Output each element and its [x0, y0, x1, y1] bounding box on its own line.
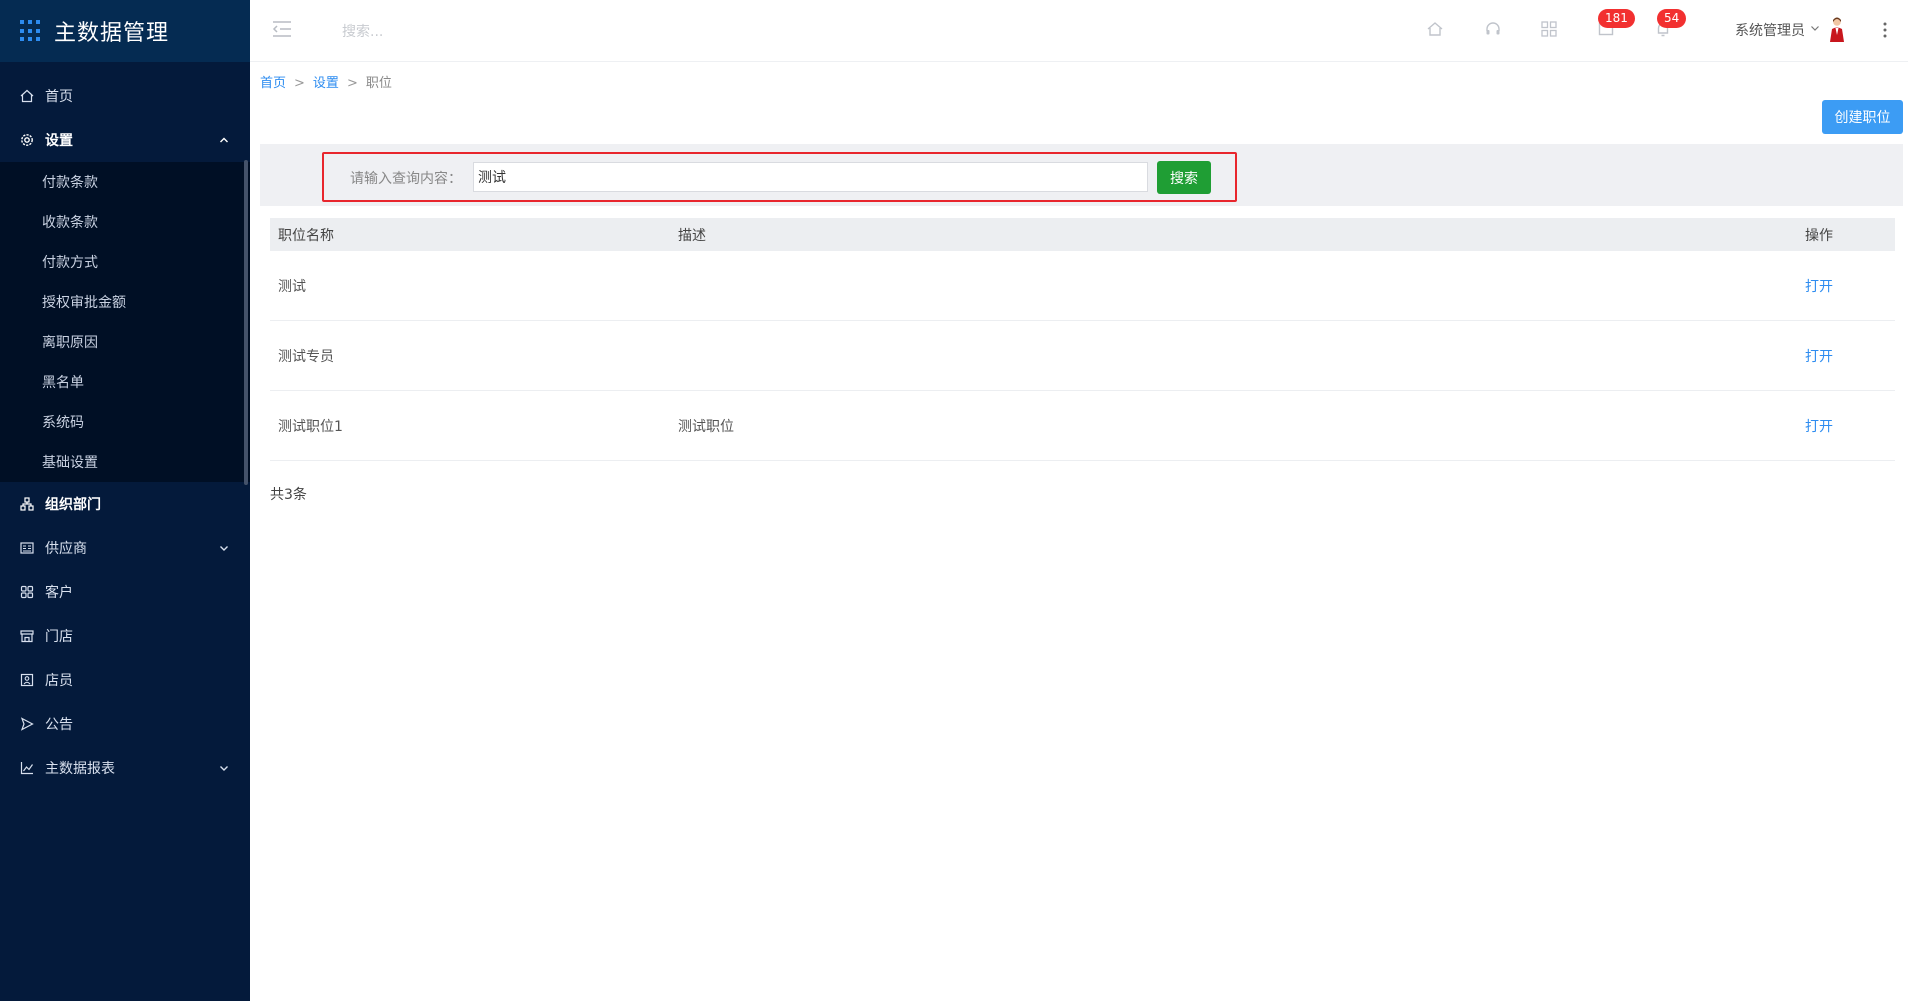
sidebar-item-label: 店员 [45, 673, 73, 689]
home-icon [19, 88, 35, 104]
store-icon [19, 628, 35, 644]
chevron-down-icon[interactable] [1810, 23, 1820, 33]
sidebar-item-label: 设置 [45, 133, 73, 149]
submenu-item-payment-terms[interactable]: 付款条款 [0, 162, 250, 202]
table-row: 测试专员 打开 [270, 321, 1895, 391]
header-description: 描述 [678, 227, 706, 244]
gear-icon [19, 132, 35, 148]
total-count: 共3条 [270, 487, 307, 503]
submenu-item-system-codes[interactable]: 系统码 [0, 402, 250, 442]
search-button[interactable]: 搜索 [1157, 161, 1211, 194]
breadcrumb: 首页 > 设置 > 职位 [260, 72, 392, 91]
sidebar-item-label: 首页 [45, 89, 73, 105]
customer-icon [19, 584, 35, 600]
table-row: 测试职位1 测试职位 打开 [270, 391, 1895, 461]
notifications-badge: 54 [1657, 9, 1687, 28]
sidebar: 主数据管理 首页 设置 付款条款 收款条款 付款方式 授权审批金额 离职原因 黑… [0, 0, 250, 1001]
breadcrumb-separator: > [346, 76, 358, 91]
apps-icon[interactable] [1540, 20, 1558, 38]
chart-icon [19, 760, 35, 776]
search-panel: 请输入查询内容： 搜索 [260, 144, 1903, 206]
sidebar-item-label: 组织部门 [45, 497, 101, 513]
table-header: 职位名称 描述 操作 [270, 218, 1895, 251]
staff-icon [19, 672, 35, 688]
announce-icon [19, 716, 35, 732]
positions-table: 职位名称 描述 操作 测试 打开 测试专员 打开 测试职位1 测试职位 打开 [270, 218, 1895, 461]
apps-grid-icon[interactable] [20, 20, 42, 42]
brand: 主数据管理 [0, 0, 250, 62]
submenu-item-approval-amount[interactable]: 授权审批金额 [0, 282, 250, 322]
open-link[interactable]: 打开 [1805, 349, 1833, 365]
submenu-item-receipt-terms[interactable]: 收款条款 [0, 202, 250, 242]
sidebar-item-supplier[interactable]: 供应商 [0, 526, 250, 570]
user-menu[interactable]: 系统管理员 [1735, 20, 1805, 40]
cell-description: 测试职位 [678, 418, 734, 435]
sidebar-item-home[interactable]: 首页 [0, 74, 250, 118]
sidebar-scrollbar[interactable] [244, 160, 248, 485]
open-link[interactable]: 打开 [1805, 419, 1833, 435]
more-vertical-icon[interactable] [1882, 20, 1888, 40]
avatar[interactable] [1828, 17, 1846, 43]
cell-position-name: 测试 [278, 278, 306, 295]
sidebar-item-customer[interactable]: 客户 [0, 570, 250, 614]
topbar: 181 54 系统管理员 [250, 0, 1908, 62]
sidebar-item-label: 供应商 [45, 541, 87, 557]
menu-toggle-icon[interactable] [272, 20, 292, 38]
breadcrumb-current: 职位 [365, 76, 392, 91]
chevron-down-icon [220, 546, 228, 551]
sidebar-item-staff[interactable]: 店员 [0, 658, 250, 702]
messages-badge: 181 [1598, 9, 1635, 28]
sidebar-item-label: 客户 [45, 585, 73, 601]
sidebar-item-settings[interactable]: 设置 [0, 118, 250, 162]
breadcrumb-separator: > [294, 76, 305, 91]
submenu-item-blacklist[interactable]: 黑名单 [0, 362, 250, 402]
search-input[interactable] [473, 162, 1148, 192]
table-row: 测试 打开 [270, 251, 1895, 321]
supplier-icon [19, 540, 35, 556]
sidebar-item-store[interactable]: 门店 [0, 614, 250, 658]
header-position-name: 职位名称 [278, 227, 334, 244]
submenu-item-basic-settings[interactable]: 基础设置 [0, 442, 250, 482]
app-title: 主数据管理 [54, 21, 170, 46]
settings-submenu: 付款条款 收款条款 付款方式 授权审批金额 离职原因 黑名单 系统码 基础设置 [0, 162, 250, 482]
sidebar-item-org[interactable]: 组织部门 [0, 482, 250, 526]
open-link[interactable]: 打开 [1805, 279, 1833, 295]
search-label: 请输入查询内容： [350, 171, 462, 187]
submenu-item-payment-methods[interactable]: 付款方式 [0, 242, 250, 282]
sidebar-item-label: 公告 [45, 717, 73, 733]
sidebar-item-label: 门店 [45, 629, 73, 645]
submenu-item-resign-reasons[interactable]: 离职原因 [0, 322, 250, 362]
org-icon [19, 496, 35, 512]
breadcrumb-home[interactable]: 首页 [260, 76, 286, 91]
chevron-up-icon [220, 137, 228, 143]
sidebar-item-label: 主数据报表 [45, 761, 115, 777]
headset-icon[interactable] [1484, 20, 1502, 38]
create-position-button[interactable]: 创建职位 [1822, 100, 1903, 134]
chevron-down-icon [220, 766, 228, 771]
header-actions: 操作 [1805, 227, 1833, 244]
cell-position-name: 测试专员 [278, 348, 334, 365]
sidebar-menu: 首页 设置 付款条款 收款条款 付款方式 授权审批金额 离职原因 黑名单 系统码… [0, 62, 250, 790]
global-search-input[interactable] [342, 20, 542, 44]
sidebar-item-reports[interactable]: 主数据报表 [0, 746, 250, 790]
search-highlight-box: 请输入查询内容： 搜索 [322, 152, 1237, 202]
cell-position-name: 测试职位1 [278, 418, 343, 435]
home-icon[interactable] [1426, 20, 1444, 38]
breadcrumb-settings[interactable]: 设置 [313, 76, 339, 91]
sidebar-item-announcement[interactable]: 公告 [0, 702, 250, 746]
